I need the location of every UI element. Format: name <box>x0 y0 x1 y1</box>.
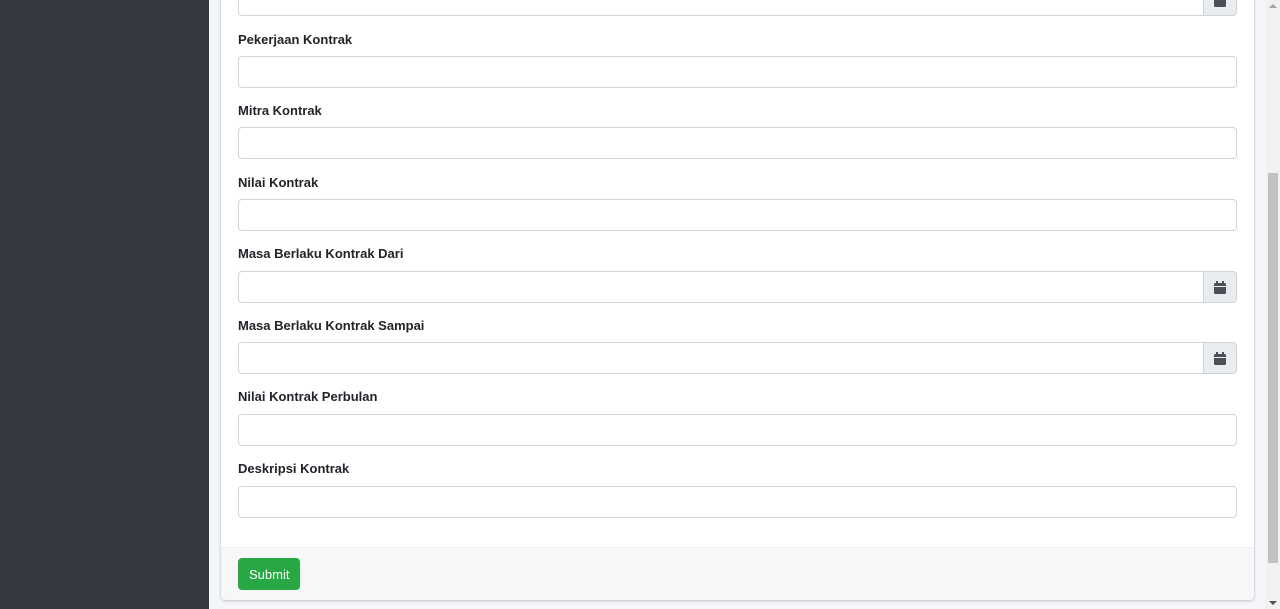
sidebar <box>0 0 209 609</box>
masa-berlaku-sampai-input[interactable] <box>238 342 1204 374</box>
field-label-nilai-kontrak: Nilai Kontrak <box>238 175 319 190</box>
deskripsi-kontrak-input[interactable] <box>238 486 1237 518</box>
calendar-icon <box>1214 0 1226 7</box>
field-label-masa-berlaku-dari: Masa Berlaku Kontrak Dari <box>238 246 404 261</box>
calendar-addon-dari[interactable] <box>1203 271 1237 303</box>
main-content: Pekerjaan Kontrak Mitra Kontrak Nilai Ko… <box>209 0 1266 609</box>
nilai-kontrak-input[interactable] <box>238 199 1237 231</box>
calendar-addon-sampai[interactable] <box>1203 342 1237 374</box>
calendar-icon <box>1214 351 1226 365</box>
field-label-nilai-kontrak-perbulan: Nilai Kontrak Perbulan <box>238 389 378 404</box>
scroll-up-icon[interactable] <box>1269 4 1277 8</box>
field-label-masa-berlaku-sampai: Masa Berlaku Kontrak Sampai <box>238 318 425 333</box>
scrollbar-thumb[interactable] <box>1268 173 1278 563</box>
scroll-down-icon[interactable] <box>1269 601 1277 605</box>
form-card: Pekerjaan Kontrak Mitra Kontrak Nilai Ko… <box>221 0 1254 600</box>
previous-date-input[interactable] <box>238 0 1204 16</box>
page-scrollbar[interactable] <box>1266 0 1280 609</box>
submit-button[interactable]: Submit <box>238 558 301 590</box>
nilai-kontrak-perbulan-input[interactable] <box>238 414 1237 446</box>
field-label-deskripsi-kontrak: Deskripsi Kontrak <box>238 461 350 476</box>
form-footer: Submit <box>221 547 1254 600</box>
field-label-pekerjaan-kontrak: Pekerjaan Kontrak <box>238 32 353 47</box>
masa-berlaku-dari-input[interactable] <box>238 271 1204 303</box>
calendar-addon[interactable] <box>1203 0 1237 16</box>
calendar-icon <box>1214 280 1226 294</box>
field-label-mitra-kontrak: Mitra Kontrak <box>238 103 322 118</box>
pekerjaan-kontrak-input[interactable] <box>238 56 1237 88</box>
mitra-kontrak-input[interactable] <box>238 127 1237 159</box>
